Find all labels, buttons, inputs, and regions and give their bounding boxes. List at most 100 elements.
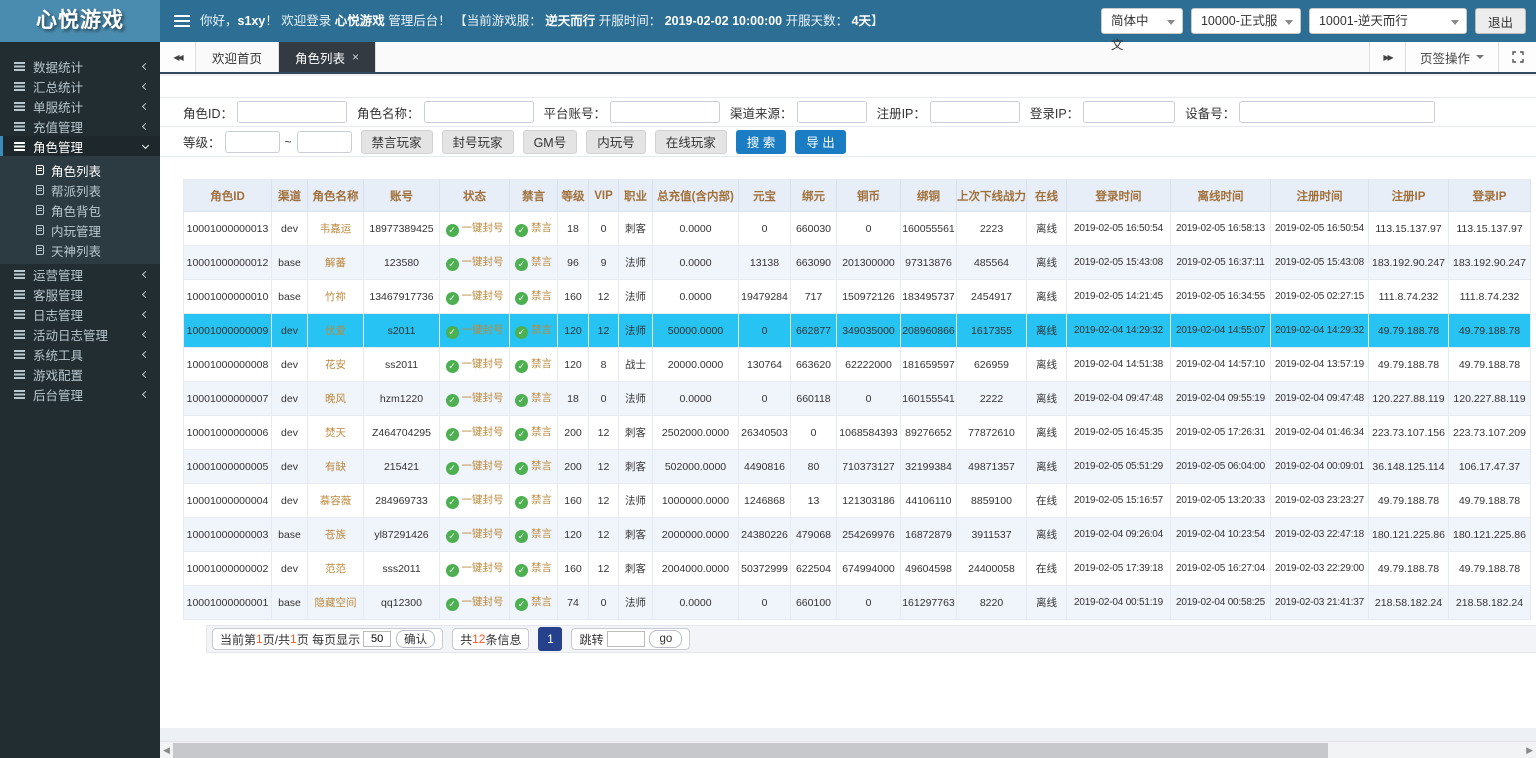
role-name-link[interactable]: 韦嘉运	[320, 223, 352, 235]
sidebar-item[interactable]: 系统工具	[0, 344, 160, 364]
sidebar-subitem[interactable]: 帮派列表	[0, 180, 160, 200]
filter-input[interactable]	[1083, 101, 1175, 123]
table-row[interactable]: 10001000000004dev慕容薇284969733✓一键封号✓禁言160…	[184, 484, 1531, 518]
ban-action-link[interactable]: 一键封号	[462, 562, 504, 574]
level-max-input[interactable]	[297, 131, 352, 153]
ban-action-link[interactable]: 一键封号	[462, 528, 504, 540]
filter-button[interactable]: 在线玩家	[655, 130, 727, 154]
role-name-link[interactable]: 焚天	[325, 427, 346, 439]
sidebar-item[interactable]: 客服管理	[0, 284, 160, 304]
sidebar-item[interactable]: 数据统计	[0, 56, 160, 76]
scrollbar-thumb[interactable]	[173, 743, 1328, 758]
ban-action-link[interactable]: 一键封号	[462, 494, 504, 506]
language-select[interactable]: 简体中文	[1101, 8, 1183, 34]
level-min-input[interactable]	[225, 131, 280, 153]
filter-input[interactable]	[930, 101, 1020, 123]
role-name-link[interactable]: 晚风	[325, 393, 346, 405]
sidebar-item[interactable]: 充值管理	[0, 116, 160, 136]
ban-action-link[interactable]: 一键封号	[462, 256, 504, 268]
ban-action-link[interactable]: 一键封号	[462, 324, 504, 336]
server-select[interactable]: 10001-逆天而行	[1309, 8, 1467, 34]
role-name-link[interactable]: 隐藏空间	[315, 597, 357, 609]
sidebar-item[interactable]: 单服统计	[0, 96, 160, 116]
server-group-select[interactable]: 10000-正式服	[1191, 8, 1301, 34]
table-row[interactable]: 10001000000002dev范范sss2011✓一键封号✓禁言16012刺…	[184, 552, 1531, 586]
table-row[interactable]: 10001000000012base解蕃123580✓一键封号✓禁言969法师0…	[184, 246, 1531, 280]
sidebar-subitem[interactable]: 角色列表	[0, 160, 160, 180]
table-row[interactable]: 10001000000006dev焚天Z464704295✓一键封号✓禁言200…	[184, 416, 1531, 450]
sidebar-item[interactable]: 运营管理	[0, 264, 160, 284]
ban-action-link[interactable]: 一键封号	[462, 460, 504, 472]
table-row[interactable]: 10001000000005dev有缺215421✓一键封号✓禁言20012刺客…	[184, 450, 1531, 484]
close-icon[interactable]: ×	[352, 51, 359, 63]
mute-action-link[interactable]: 禁言	[531, 290, 552, 302]
mute-action-link[interactable]: 禁言	[531, 358, 552, 370]
table-row[interactable]: 10001000000009dev伏爱s2011✓一键封号✓禁言12012法师5…	[184, 314, 1531, 348]
sidebar-item[interactable]: 日志管理	[0, 304, 160, 324]
role-name-link[interactable]: 竹祢	[325, 291, 346, 303]
search-button[interactable]: 搜 索	[736, 130, 786, 154]
page-1-button[interactable]: 1	[538, 627, 562, 651]
filter-input[interactable]	[1239, 101, 1435, 123]
filter-input[interactable]	[797, 101, 867, 123]
ban-action-link[interactable]: 一键封号	[462, 358, 504, 370]
table-row[interactable]: 10001000000001base隐藏空间qq12300✓一键封号✓禁言740…	[184, 586, 1531, 620]
hamburger-icon[interactable]	[174, 15, 190, 27]
filter-input[interactable]	[237, 101, 347, 123]
ban-action-link[interactable]: 一键封号	[462, 290, 504, 302]
table-row[interactable]: 10001000000003base苍族yl87291426✓一键封号✓禁言12…	[184, 518, 1531, 552]
logout-button[interactable]: 退出	[1475, 8, 1526, 34]
mute-action-link[interactable]: 禁言	[531, 562, 552, 574]
scroll-left-icon[interactable]: ◀	[163, 745, 170, 756]
export-button[interactable]: 导 出	[795, 130, 845, 154]
sidebar-item[interactable]: 后台管理	[0, 384, 160, 404]
sidebar-subitem[interactable]: 天神列表	[0, 240, 160, 260]
ban-action-link[interactable]: 一键封号	[462, 426, 504, 438]
mute-action-link[interactable]: 禁言	[531, 256, 552, 268]
filter-input[interactable]	[610, 101, 720, 123]
filter-input[interactable]	[424, 101, 534, 123]
role-name-link[interactable]: 伏爱	[325, 325, 346, 337]
tab-active[interactable]: 角色列表×	[279, 42, 376, 72]
confirm-button[interactable]: 确认	[396, 630, 435, 648]
ban-action-link[interactable]: 一键封号	[462, 222, 504, 234]
role-name-link[interactable]: 花安	[325, 359, 346, 371]
role-name-link[interactable]: 慕容薇	[320, 495, 352, 507]
role-name-link[interactable]: 解蕃	[325, 257, 346, 269]
ban-action-link[interactable]: 一键封号	[462, 392, 504, 404]
mute-action-link[interactable]: 禁言	[531, 460, 552, 472]
go-button[interactable]: go	[649, 630, 682, 648]
mute-action-link[interactable]: 禁言	[531, 596, 552, 608]
table-row[interactable]: 10001000000010base竹祢13467917736✓一键封号✓禁言1…	[184, 280, 1531, 314]
jump-page-input[interactable]	[607, 631, 645, 647]
sidebar-subitem[interactable]: 内玩管理	[0, 220, 160, 240]
mute-action-link[interactable]: 禁言	[531, 494, 552, 506]
filter-button[interactable]: 内玩号	[586, 130, 646, 154]
mute-action-link[interactable]: 禁言	[531, 426, 552, 438]
mute-action-link[interactable]: 禁言	[531, 324, 552, 336]
table-row[interactable]: 10001000000007dev晚风hzm1220✓一键封号✓禁言180法师0…	[184, 382, 1531, 416]
page-size-input[interactable]	[363, 631, 391, 647]
tab[interactable]: 欢迎首页	[196, 42, 279, 72]
ban-action-link[interactable]: 一键封号	[462, 596, 504, 608]
filter-button[interactable]: GM号	[523, 130, 578, 154]
sidebar-item[interactable]: 游戏配置	[0, 364, 160, 384]
horizontal-scrollbar[interactable]: ◀ ▶	[160, 741, 1536, 758]
mute-action-link[interactable]: 禁言	[531, 392, 552, 404]
scroll-tabs-right-icon[interactable]: ▶▶	[1369, 42, 1405, 72]
role-name-link[interactable]: 苍族	[325, 529, 346, 541]
table-row[interactable]: 10001000000008dev花安ss2011✓一键封号✓禁言1208战士2…	[184, 348, 1531, 382]
sidebar-item[interactable]: 角色管理	[0, 136, 160, 156]
tab-operations-button[interactable]: 页签操作	[1405, 42, 1498, 72]
filter-button[interactable]: 封号玩家	[442, 130, 514, 154]
sidebar-item[interactable]: 汇总统计	[0, 76, 160, 96]
filter-button[interactable]: 禁言玩家	[361, 130, 433, 154]
sidebar-subitem[interactable]: 角色背包	[0, 200, 160, 220]
sidebar-item[interactable]: 活动日志管理	[0, 324, 160, 344]
mute-action-link[interactable]: 禁言	[531, 528, 552, 540]
mute-action-link[interactable]: 禁言	[531, 222, 552, 234]
table-row[interactable]: 10001000000013dev韦嘉运18977389425✓一键封号✓禁言1…	[184, 212, 1531, 246]
scroll-tabs-left-icon[interactable]: ◀◀	[160, 42, 196, 72]
role-name-link[interactable]: 有缺	[325, 461, 346, 473]
fullscreen-icon[interactable]	[1498, 42, 1536, 72]
